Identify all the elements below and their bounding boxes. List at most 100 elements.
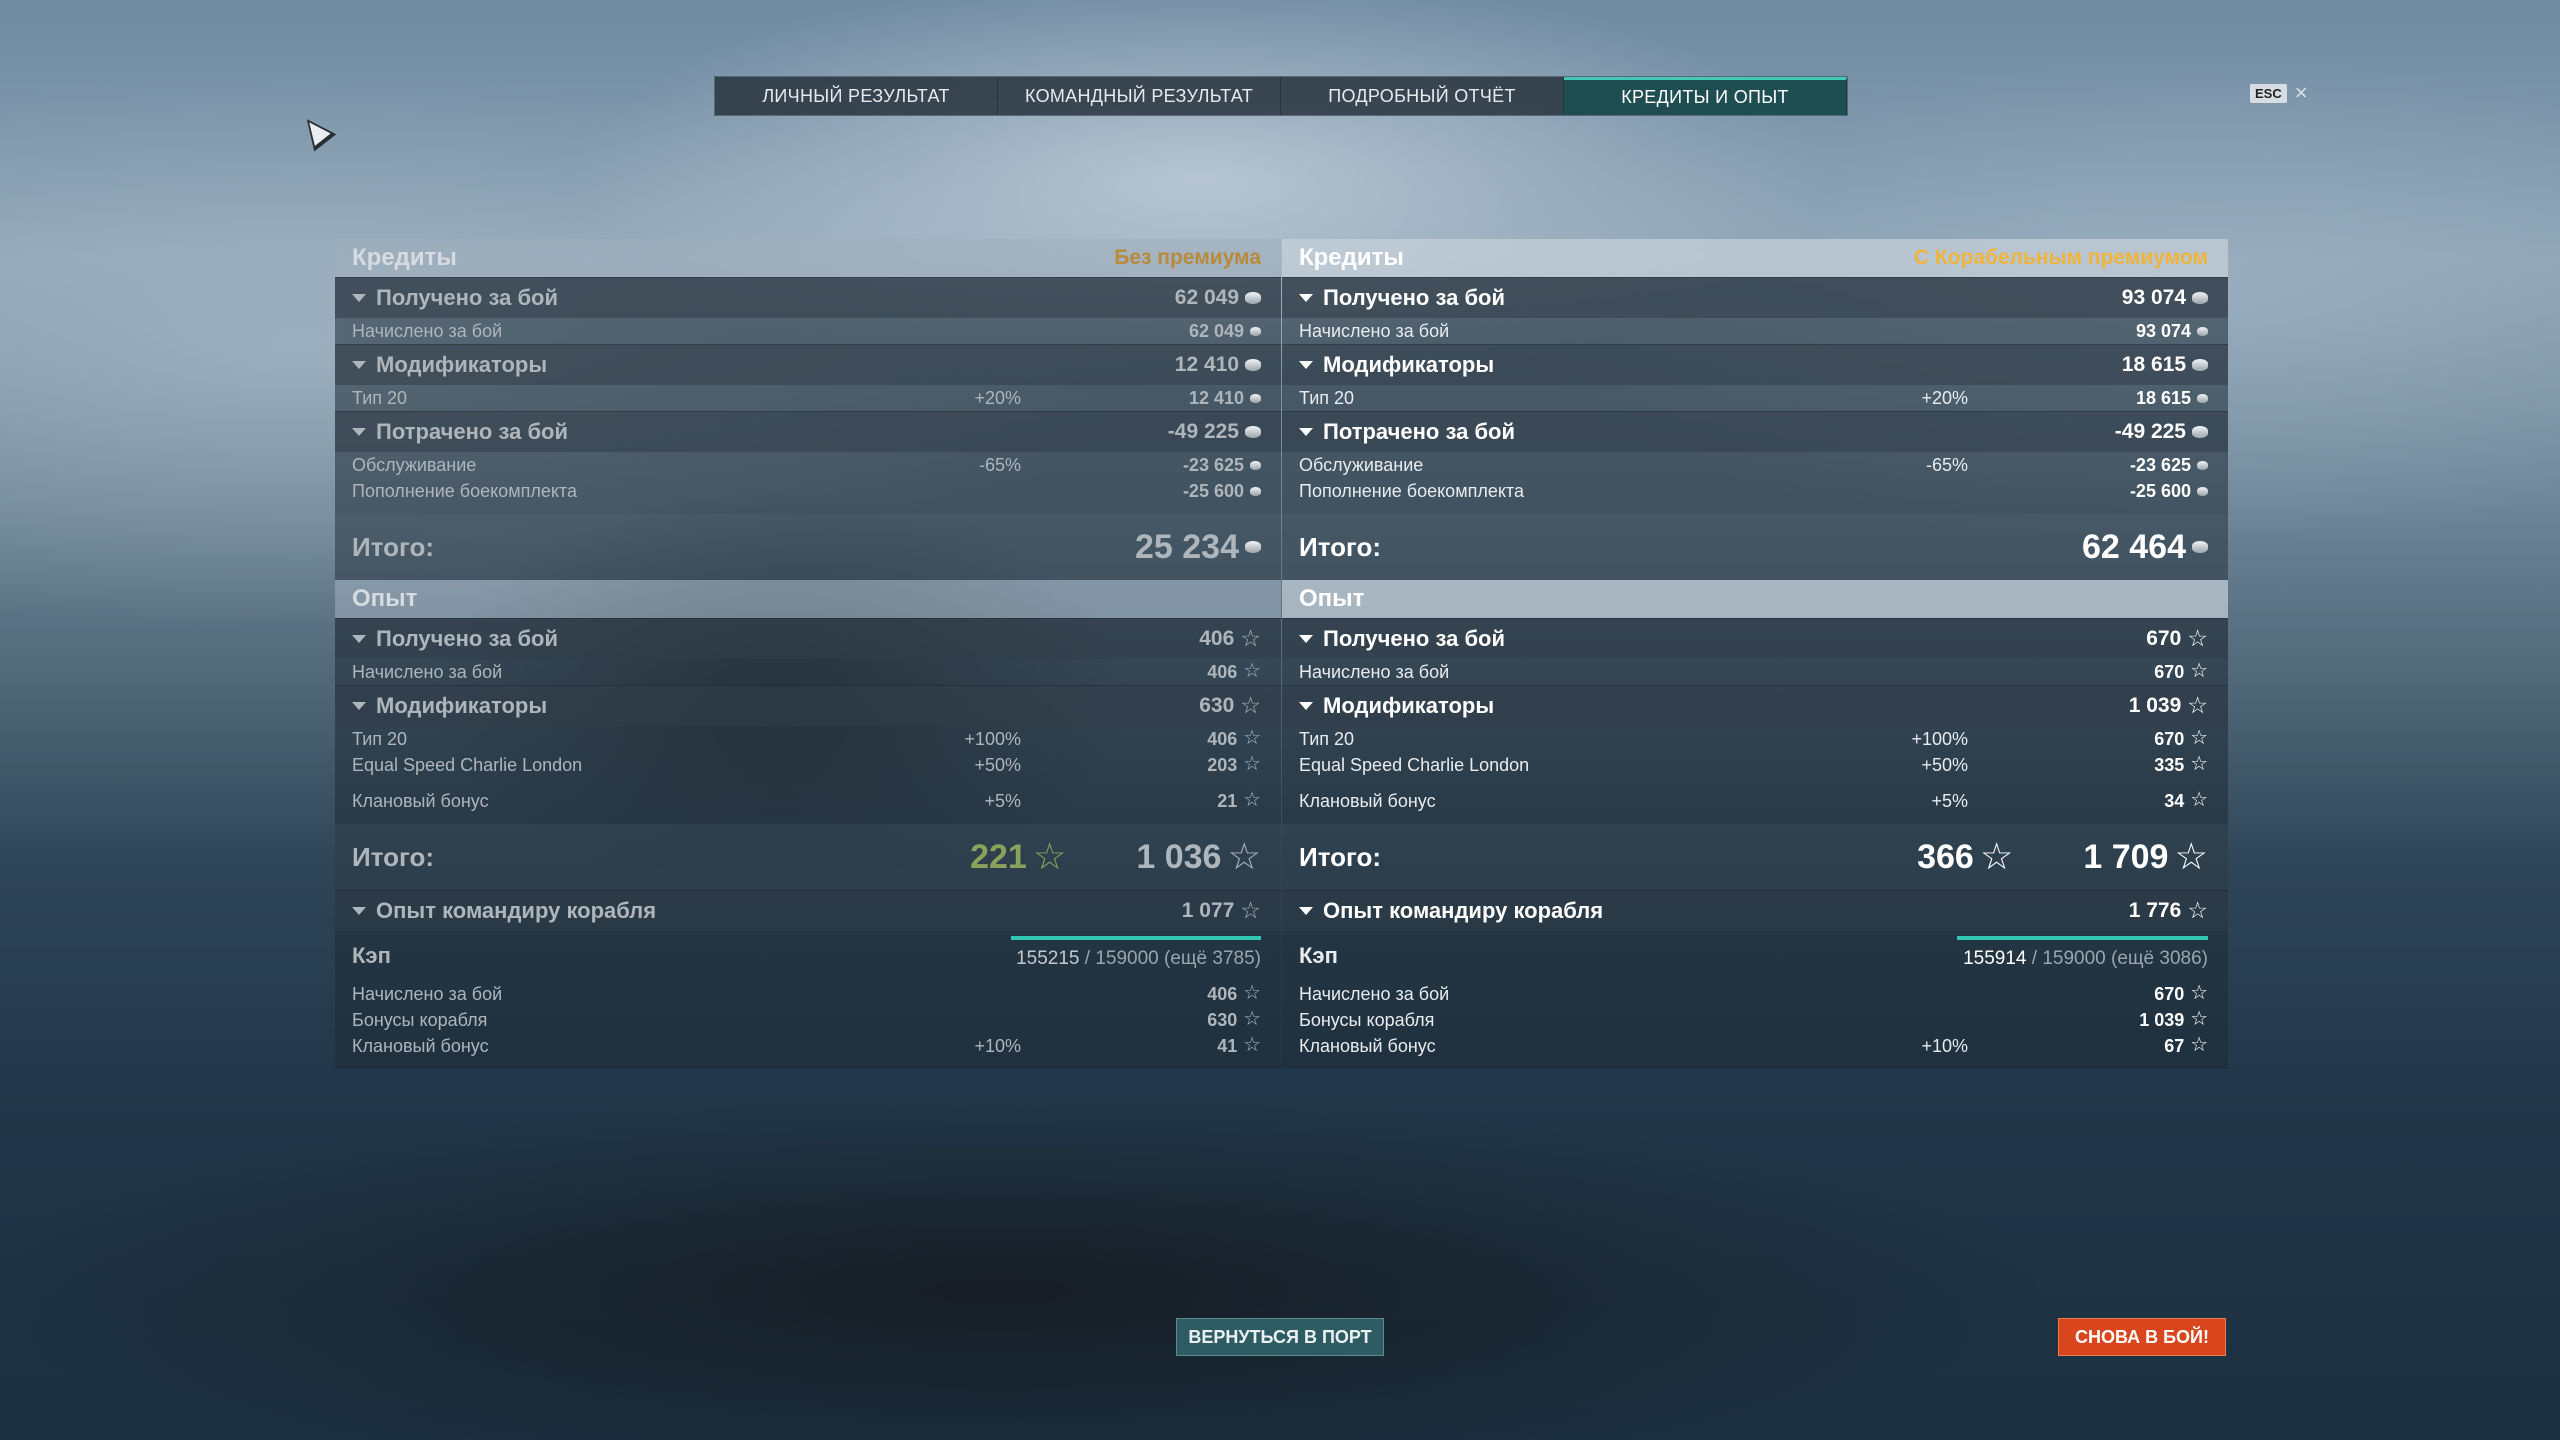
credits-spent-header[interactable]: Потрачено за бой -49 225 bbox=[335, 411, 1281, 452]
credit-coin-icon bbox=[1250, 486, 1261, 496]
triangle-down-icon bbox=[1299, 428, 1313, 436]
star-icon: ☆ bbox=[2190, 982, 2208, 1005]
tab-credits-xp[interactable]: КРЕДИТЫ И ОПЫТ bbox=[1564, 77, 1847, 115]
panel-premium: Кредиты С Корабельным премиумом Получено… bbox=[1282, 239, 2228, 1069]
list-item: Бонусы корабля 630 ☆ bbox=[352, 1008, 1261, 1031]
xp-modifiers-header[interactable]: Модификаторы 630 ☆ bbox=[335, 685, 1281, 726]
commander-xp-header[interactable]: Опыт командиру корабля 1 077 ☆ bbox=[335, 890, 1281, 931]
list-item: Клановый бонус +10% 67 ☆ bbox=[1299, 1034, 2208, 1057]
xp-earned-header[interactable]: Получено за бой 670 ☆ bbox=[1282, 618, 2228, 659]
list-item: Начислено за бой 93 074 bbox=[1282, 318, 2228, 344]
credit-coin-icon bbox=[1245, 541, 1261, 553]
battle-again-button[interactable]: СНОВА В БОЙ! bbox=[2058, 1318, 2226, 1356]
list-item: Клановый бонус +5% 34 ☆ bbox=[1299, 789, 2208, 812]
star-icon: ☆ bbox=[2190, 1008, 2208, 1031]
panel-no-premium: Кредиты Без премиума Получено за бой 62 0… bbox=[335, 239, 1281, 1069]
triangle-down-icon bbox=[1299, 361, 1313, 369]
star-icon: ☆ bbox=[1243, 982, 1261, 1005]
result-tabs: ЛИЧНЫЙ РЕЗУЛЬТАТ КОМАНДНЫЙ РЕЗУЛЬТАТ ПОД… bbox=[714, 76, 1848, 116]
list-item: Пополнение боекомплекта -25 600 bbox=[1282, 478, 2228, 504]
star-icon: ☆ bbox=[1243, 753, 1261, 776]
credit-coin-icon bbox=[1250, 326, 1261, 336]
credit-coin-icon bbox=[1245, 426, 1261, 438]
list-item: Тип 20 +100% 670 ☆ bbox=[1299, 727, 2208, 750]
tab-detailed-report[interactable]: ПОДРОБНЫЙ ОТЧЁТ bbox=[1281, 77, 1564, 115]
return-to-port-button[interactable]: ВЕРНУТЬСЯ В ПОРТ bbox=[1176, 1318, 1384, 1356]
list-item: Тип 20 +20% 18 615 bbox=[1282, 385, 2228, 411]
star-icon: ☆ bbox=[2174, 835, 2208, 878]
premium-status: С Корабельным премиумом bbox=[1913, 246, 2208, 269]
credits-modifiers-header[interactable]: Модификаторы 18 615 bbox=[1282, 344, 2228, 385]
star-icon: ☆ bbox=[1240, 897, 1261, 924]
mouse-cursor-icon bbox=[295, 110, 337, 152]
credits-modifiers-header[interactable]: Модификаторы 12 410 bbox=[335, 344, 1281, 385]
section-title: Кредиты bbox=[352, 244, 457, 271]
close-icon: × bbox=[2294, 80, 2308, 105]
list-item: Начислено за бой 406 ☆ bbox=[352, 660, 1261, 683]
star-icon: ☆ bbox=[2190, 789, 2208, 812]
credit-coin-icon bbox=[1245, 359, 1261, 371]
commander-progress: 155215 / 159000 (ещё 3785) bbox=[1011, 936, 1261, 970]
commander-xp-header[interactable]: Опыт командиру корабля 1 776 ☆ bbox=[1282, 890, 2228, 931]
xp-earned-header[interactable]: Получено за бой 406 ☆ bbox=[335, 618, 1281, 659]
list-item: Equal Speed Charlie London +50% 335 ☆ bbox=[1299, 753, 2208, 776]
credit-coin-icon bbox=[2192, 426, 2208, 438]
credits-spent-header[interactable]: Потрачено за бой -49 225 bbox=[1282, 411, 2228, 452]
list-item: Клановый бонус +5% 21 ☆ bbox=[352, 789, 1261, 812]
credits-section-header: Кредиты С Корабельным премиумом bbox=[1282, 239, 2228, 277]
list-item: Equal Speed Charlie London +50% 203 ☆ bbox=[352, 753, 1261, 776]
triangle-down-icon bbox=[1299, 294, 1313, 302]
triangle-down-icon bbox=[1299, 702, 1313, 710]
close-button[interactable]: ESC × bbox=[2250, 80, 2308, 106]
credits-earned-header[interactable]: Получено за бой 93 074 bbox=[1282, 277, 2228, 318]
star-icon: ☆ bbox=[2187, 625, 2208, 652]
commander-progress: 155914 / 159000 (ещё 3086) bbox=[1957, 936, 2208, 970]
triangle-down-icon bbox=[1299, 635, 1313, 643]
star-icon: ☆ bbox=[1979, 835, 2014, 878]
credit-coin-icon bbox=[2197, 393, 2208, 403]
progress-bar bbox=[1011, 936, 1261, 940]
triangle-down-icon bbox=[1299, 907, 1313, 915]
triangle-down-icon bbox=[352, 907, 366, 915]
star-icon: ☆ bbox=[2187, 692, 2208, 719]
list-item: Начислено за бой 62 049 bbox=[335, 318, 1281, 344]
xp-modifiers-header[interactable]: Модификаторы 1 039 ☆ bbox=[1282, 685, 2228, 726]
star-icon: ☆ bbox=[1243, 727, 1261, 750]
triangle-down-icon bbox=[352, 361, 366, 369]
star-icon: ☆ bbox=[2187, 897, 2208, 924]
credit-coin-icon bbox=[2197, 460, 2208, 470]
xp-section-header: Опыт bbox=[335, 580, 1281, 618]
star-icon: ☆ bbox=[1243, 1034, 1261, 1057]
credit-coin-icon bbox=[2197, 486, 2208, 496]
star-icon: ☆ bbox=[1243, 660, 1261, 683]
list-item: Бонусы корабля 1 039 ☆ bbox=[1299, 1008, 2208, 1031]
credit-coin-icon bbox=[2192, 541, 2208, 553]
commander-cap: Кэп 155215 / 159000 (ещё 3785) bbox=[335, 931, 1281, 981]
list-item: Начислено за бой 670 ☆ bbox=[1299, 982, 2208, 1005]
xp-section-header: Опыт bbox=[1282, 580, 2228, 618]
credit-coin-icon bbox=[1250, 460, 1261, 470]
esc-key-label: ESC bbox=[2250, 83, 2287, 103]
commander-cap: Кэп 155914 / 159000 (ещё 3086) bbox=[1282, 931, 2228, 981]
star-icon: ☆ bbox=[1243, 1008, 1261, 1031]
tab-personal-result[interactable]: ЛИЧНЫЙ РЕЗУЛЬТАТ bbox=[715, 77, 998, 115]
progress-bar bbox=[1957, 936, 2208, 940]
credit-coin-icon bbox=[2192, 292, 2208, 304]
star-icon: ☆ bbox=[1032, 835, 1067, 878]
list-item: Клановый бонус +10% 41 ☆ bbox=[352, 1034, 1261, 1057]
list-item: Тип 20 +100% 406 ☆ bbox=[352, 727, 1261, 750]
star-icon: ☆ bbox=[1227, 835, 1261, 878]
credit-coin-icon bbox=[1250, 393, 1261, 403]
list-item: Обслуживание -65% -23 625 bbox=[335, 452, 1281, 478]
star-icon: ☆ bbox=[1243, 789, 1261, 812]
list-item: Пополнение боекомплекта -25 600 bbox=[335, 478, 1281, 504]
credits-total: Итого: 62 464 bbox=[1282, 514, 2228, 580]
section-title: Кредиты bbox=[1299, 244, 1404, 271]
tab-team-result[interactable]: КОМАНДНЫЙ РЕЗУЛЬТАТ bbox=[998, 77, 1281, 115]
list-item: Начислено за бой 406 ☆ bbox=[352, 982, 1261, 1005]
triangle-down-icon bbox=[352, 702, 366, 710]
credits-earned-header[interactable]: Получено за бой 62 049 bbox=[335, 277, 1281, 318]
star-icon: ☆ bbox=[1240, 692, 1261, 719]
credit-coin-icon bbox=[2192, 359, 2208, 371]
xp-total: Итого: 366 ☆ 1 709 ☆ bbox=[1282, 824, 2228, 890]
